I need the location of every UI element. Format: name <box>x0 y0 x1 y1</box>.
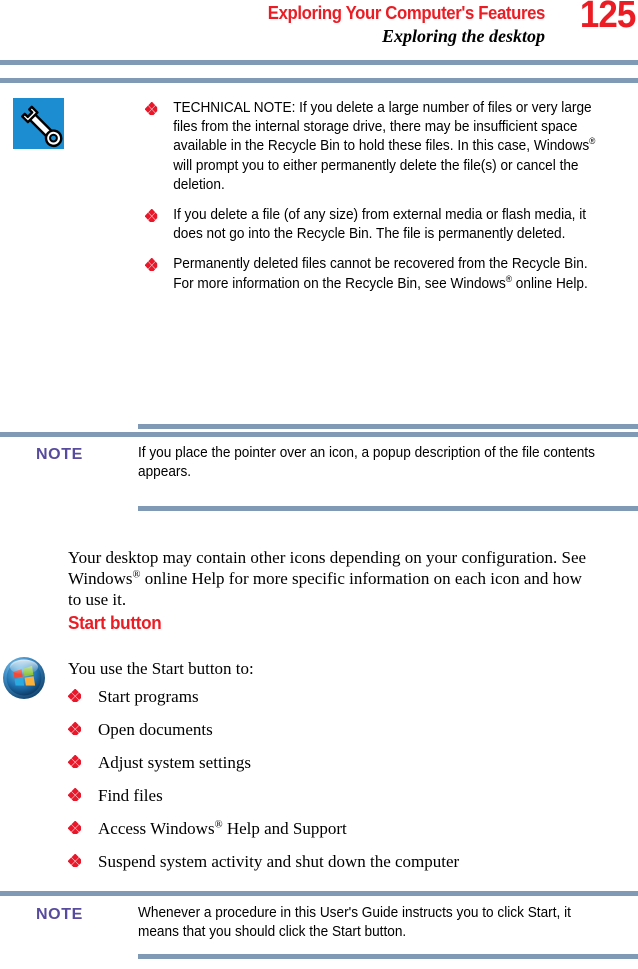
diamond-bullet-icon <box>68 686 98 702</box>
page-header: Exploring Your Computer's Features Explo… <box>0 0 638 52</box>
windows-orb-icon <box>2 656 46 700</box>
list-item-text: If you delete a file (of any size) from … <box>173 207 587 243</box>
note-two-bottom-rule <box>138 954 638 959</box>
list-item: TECHNICAL NOTE: If you delete a large nu… <box>145 99 608 195</box>
diamond-bullet-icon <box>68 785 98 801</box>
start-button-list: Start programs Open documents Adjust sys… <box>68 686 628 872</box>
registered-mark: ® <box>589 136 596 147</box>
registered-mark: ® <box>214 819 223 831</box>
list-item: Open documents <box>68 719 628 740</box>
text-part-after: online Help for more specific informatio… <box>68 569 582 609</box>
note-label: NOTE <box>36 446 83 463</box>
list-item-text: Suspend system activity and shut down th… <box>98 852 460 871</box>
list-item-text: Access Windows® Help and Support <box>98 818 628 839</box>
section-title: Exploring the desktop <box>381 26 545 46</box>
list-item: Suspend system activity and shut down th… <box>68 851 628 872</box>
text-part-before: Access Windows <box>98 819 215 838</box>
wrench-icon <box>13 98 64 149</box>
chapter-title: Exploring Your Computer's Features <box>267 3 546 23</box>
technical-note-icon <box>13 98 75 149</box>
note-two-top-rule <box>0 891 638 896</box>
registered-mark: ® <box>132 569 141 581</box>
diamond-bullet-icon <box>68 818 98 834</box>
list-item-text: Find files <box>98 786 163 805</box>
text-part-before: TECHNICAL NOTE: If you delete a large nu… <box>173 100 592 155</box>
technical-note-list: TECHNICAL NOTE: If you delete a large nu… <box>145 99 608 294</box>
header-rule-top <box>0 60 638 65</box>
technical-note-bottom-rule <box>138 424 638 429</box>
list-item: If you delete a file (of any size) from … <box>145 206 608 244</box>
list-item: Find files <box>68 785 628 806</box>
diamond-bullet-icon <box>145 206 173 223</box>
diamond-bullet-icon <box>145 99 173 115</box>
list-item: Access Windows® Help and Support <box>68 818 628 839</box>
text-part-after: Help and Support <box>222 819 347 838</box>
list-item-text: Permanently deleted files cannot be reco… <box>173 255 608 293</box>
text-part-after: will prompt you to either permanently de… <box>173 157 579 193</box>
header-rule-bottom <box>0 78 638 83</box>
note-label: NOTE <box>36 906 83 923</box>
diamond-bullet-icon <box>68 851 98 867</box>
list-item: Start programs <box>68 686 628 707</box>
desktop-icons-paragraph: Your desktop may contain other icons dep… <box>68 547 588 610</box>
page-number: 125 <box>579 0 635 36</box>
diamond-bullet-icon <box>145 255 173 272</box>
note-text: Whenever a procedure in this User's Guid… <box>138 905 571 941</box>
list-item: Permanently deleted files cannot be reco… <box>145 255 608 293</box>
page-title: Start button <box>68 613 162 633</box>
text-part-after: online Help. <box>511 275 588 292</box>
header-titles: Exploring Your Computer's Features Explo… <box>0 0 546 48</box>
note-one-top-rule <box>0 432 638 437</box>
list-item-text: TECHNICAL NOTE: If you delete a large nu… <box>173 99 608 195</box>
note-one-bottom-rule <box>138 506 638 511</box>
diamond-bullet-icon <box>68 719 98 735</box>
list-item-text: Open documents <box>98 720 213 739</box>
start-button-icon <box>2 656 64 700</box>
list-item-text: Adjust system settings <box>98 753 252 772</box>
list-item-text: Start programs <box>98 687 199 706</box>
note-text: If you place the pointer over an icon, a… <box>138 445 595 481</box>
diamond-bullet-icon <box>68 752 98 768</box>
list-item: Adjust system settings <box>68 752 628 773</box>
start-button-intro: You use the Start button to: <box>68 659 254 678</box>
